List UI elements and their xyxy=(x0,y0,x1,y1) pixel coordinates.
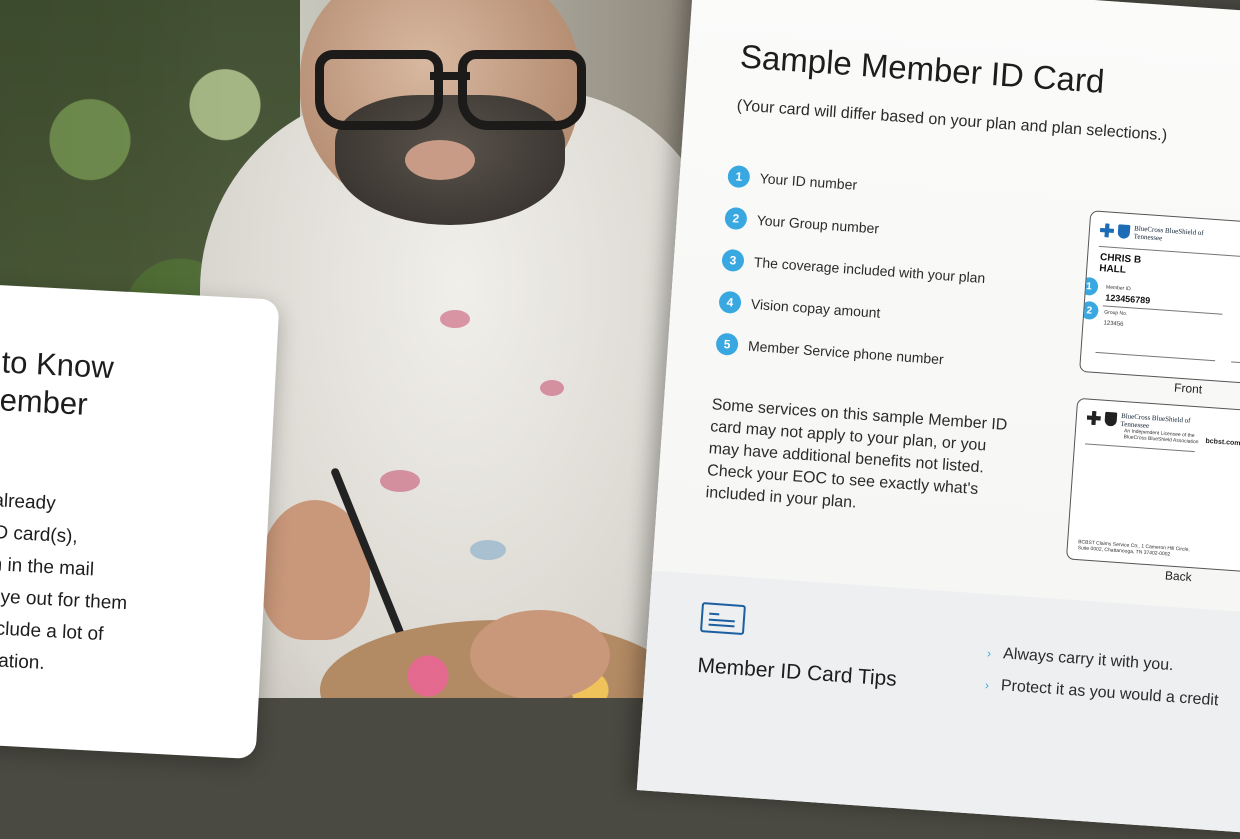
tip-item: › Always carry it with you. xyxy=(986,644,1175,675)
legend-item-label: Your Group number xyxy=(756,212,880,237)
sample-id-card-page: Sample Member ID Card (Your card will di… xyxy=(636,0,1240,839)
divider xyxy=(1231,361,1240,368)
tip-text: Protect it as you would a credit xyxy=(1000,677,1219,710)
eyeglasses xyxy=(310,50,586,130)
tip-text: Always carry it with you. xyxy=(1002,645,1175,675)
card-badge-1: 1 xyxy=(1079,276,1099,296)
number-badge: 5 xyxy=(715,332,739,356)
id-card-icon xyxy=(699,602,746,636)
legend-item-label: Your ID number xyxy=(759,170,858,193)
card-badge-2: 2 xyxy=(1079,300,1099,321)
intro-card: g to Know Member d n't already ur ID car… xyxy=(0,282,280,760)
intro-card-body: n't already ur ID card(s), hem in the ma… xyxy=(0,490,128,674)
hand-holding-palette xyxy=(470,610,610,698)
brand-name: BlueCross BlueShield of Tennessee xyxy=(1133,224,1204,243)
website-url: bcbst.com xyxy=(1205,437,1240,448)
group-value: 123456 xyxy=(1103,320,1124,328)
cross-icon xyxy=(1086,411,1101,426)
group-label: Group No. xyxy=(1104,309,1128,318)
tips-title: Member ID Card Tips xyxy=(696,653,898,691)
disclaimer-note: Some services on this sample Member ID c… xyxy=(705,396,1008,512)
id-card-back: BlueCross BlueShield of Tennessee An Ind… xyxy=(1065,397,1240,576)
paint-splash xyxy=(540,380,564,396)
back-caption: Back xyxy=(1164,568,1193,585)
mouth xyxy=(405,140,475,180)
claims-address: BCBST Claims Service Ctr., 1 Cameron Hil… xyxy=(1077,539,1190,558)
blue-shield-icon xyxy=(1117,224,1131,240)
id-card-front: BlueCross BlueShield of Tennessee CHRIS … xyxy=(1079,210,1240,389)
divider xyxy=(1084,443,1195,453)
page-subtitle: (Your card will differ based on your pla… xyxy=(736,97,1168,145)
legend-list: 1 Your ID number 2 Your Group number 3 T… xyxy=(715,155,993,383)
paint-splash xyxy=(470,540,506,560)
member-id-label: Member ID xyxy=(1105,284,1131,293)
member-name: CHRIS B HALL xyxy=(1098,252,1142,276)
tips-section: Member ID Card Tips › Always carry it wit… xyxy=(636,570,1240,839)
tip-item: › Protect it as you would a credit xyxy=(984,676,1219,710)
divider xyxy=(1095,351,1216,362)
paint-splash xyxy=(380,470,420,492)
blue-cross-icon xyxy=(1100,223,1115,238)
number-badge: 3 xyxy=(721,248,745,273)
front-caption: Front xyxy=(1173,380,1203,397)
chevron-right-icon: › xyxy=(984,678,990,693)
member-id-value: 123456789 xyxy=(1104,292,1151,306)
number-badge: 1 xyxy=(727,164,751,189)
legend-item-label: Vision copay amount xyxy=(750,295,881,321)
number-badge: 4 xyxy=(718,290,742,315)
legend-item-label: The coverage included with your plan xyxy=(753,253,986,287)
intro-card-title: g to Know Member d xyxy=(0,344,115,422)
legend-item-label: Member Service phone number xyxy=(747,337,945,368)
shield-icon xyxy=(1104,411,1118,427)
chevron-right-icon: › xyxy=(986,646,992,661)
number-badge: 2 xyxy=(724,206,748,231)
bcbst-logo: BlueCross BlueShield of Tennessee xyxy=(1099,222,1214,246)
page-title: Sample Member ID Card xyxy=(738,37,1106,100)
paint-splash xyxy=(440,310,470,328)
